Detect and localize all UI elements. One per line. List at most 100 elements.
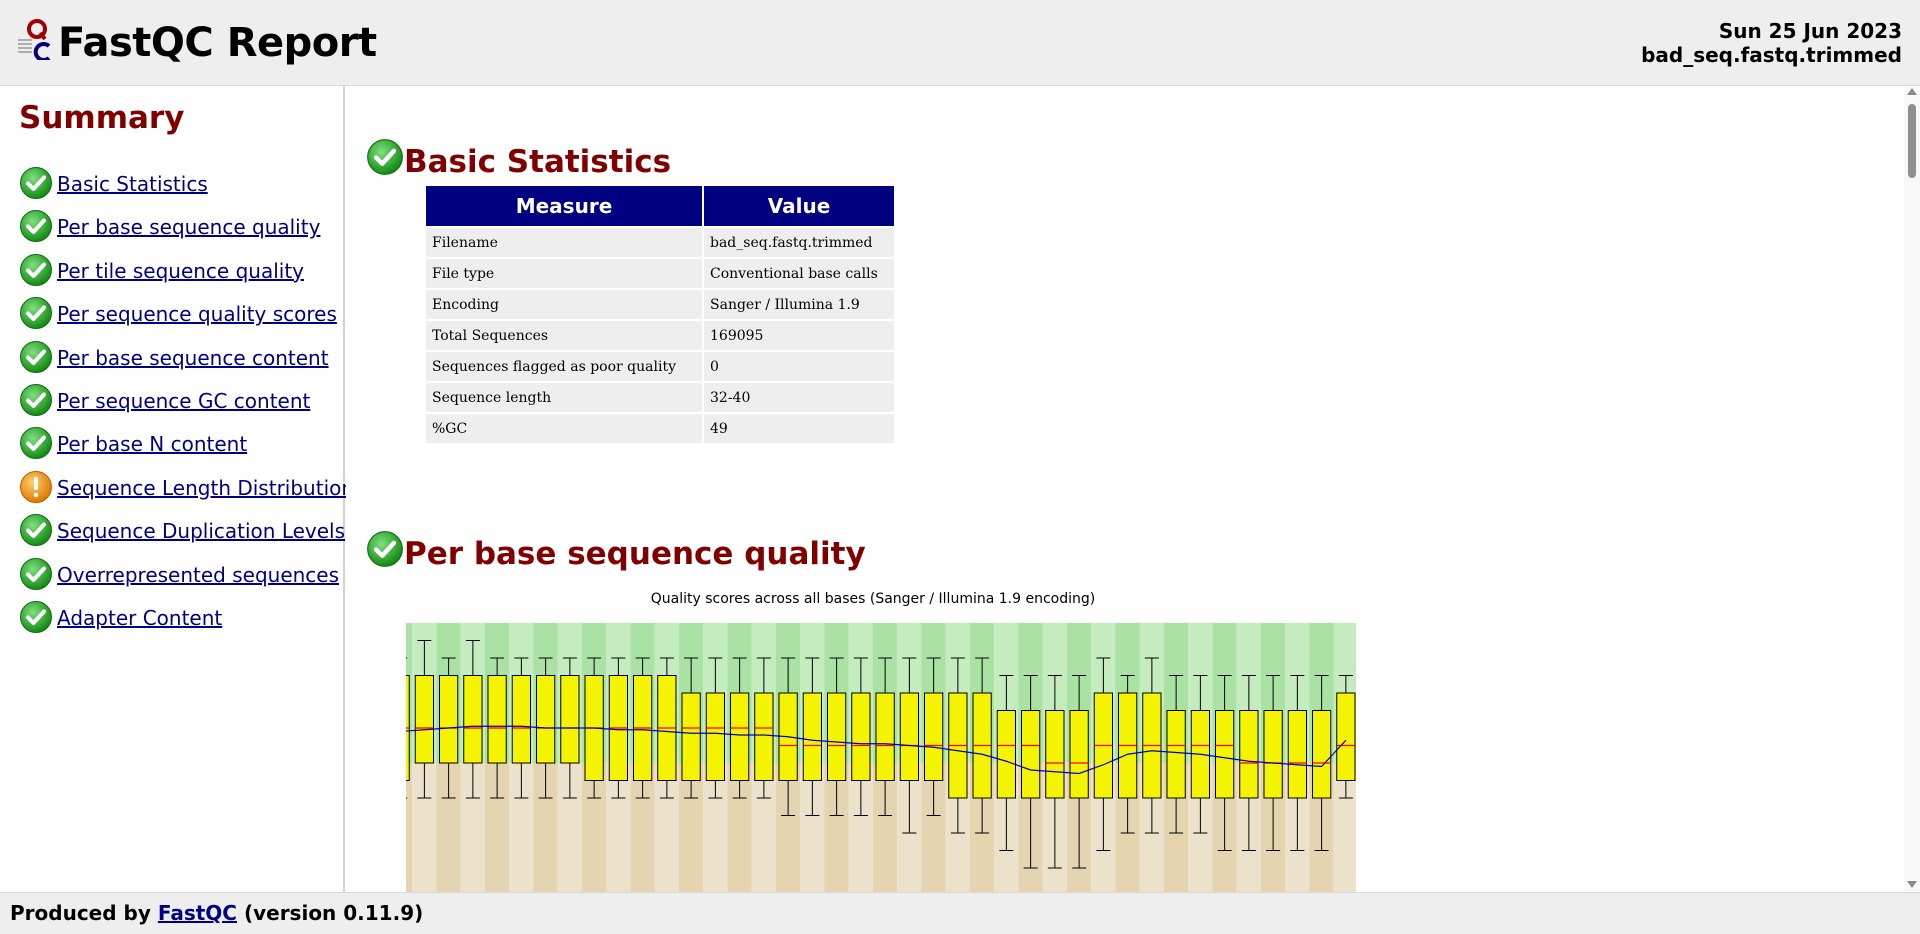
pass-icon: [19, 600, 53, 634]
quality-box: [439, 675, 459, 764]
pass-icon: [366, 530, 404, 568]
table-header-value: Value: [704, 186, 894, 226]
summary-link-per-sequence-gc-content[interactable]: Per sequence GC content: [57, 389, 310, 413]
warning-icon: [19, 470, 53, 504]
summary-item: Sequence Length Distribution: [19, 470, 354, 513]
measure-cell: %GC: [426, 414, 702, 443]
section-title-per-base-sequence-quality: Per base sequence quality: [404, 536, 866, 572]
footer-text: Produced by FastQC (version 0.11.9): [10, 901, 423, 925]
summary-item: Adapter Content: [19, 600, 354, 643]
report-header: FastQC Report Sun 25 Jun 2023 bad_seq.fa…: [0, 0, 1920, 86]
ok-quality-band: [1333, 763, 1356, 892]
per-base-quality-chart: Quality scores across all bases (Sanger …: [406, 591, 1356, 892]
summary-item: Basic Statistics: [19, 166, 354, 209]
table-row: Total Sequences 169095: [426, 321, 894, 350]
fastqc-logo-icon: [18, 19, 51, 60]
measure-cell: Encoding: [426, 290, 702, 319]
vertical-scrollbar[interactable]: [1904, 86, 1920, 892]
scroll-up-arrow-icon[interactable]: [1907, 88, 1917, 95]
section-title-basic-statistics: Basic Statistics: [404, 144, 672, 180]
quality-box: [1287, 710, 1307, 799]
measure-cell: File type: [426, 259, 702, 288]
pass-icon: [19, 513, 53, 547]
table-row: Encoding Sanger / Illumina 1.9: [426, 290, 894, 319]
summary-link-sequence-duplication-levels[interactable]: Sequence Duplication Levels: [57, 519, 345, 543]
table-header-measure: Measure: [426, 186, 702, 226]
summary-link-per-base-n-content[interactable]: Per base N content: [57, 432, 247, 456]
summary-item: Sequence Duplication Levels: [19, 513, 354, 556]
quality-box: [463, 675, 483, 764]
summary-item: Per base sequence quality: [19, 209, 354, 252]
quality-box: [414, 675, 434, 764]
quality-box: [681, 692, 701, 781]
quality-box: [1021, 710, 1041, 799]
table-row: %GC 49: [426, 414, 894, 443]
summary-link-per-sequence-quality-scores[interactable]: Per sequence quality scores: [57, 302, 337, 326]
quality-box: [1215, 710, 1235, 799]
measure-cell: Sequence length: [426, 383, 702, 412]
measure-cell: Total Sequences: [426, 321, 702, 350]
report-footer: Produced by FastQC (version 0.11.9): [0, 892, 1920, 934]
quality-box: [730, 692, 750, 781]
chart-title: Quality scores across all bases (Sanger …: [651, 591, 1095, 607]
quality-box: [705, 692, 725, 781]
summary-link-overrepresented-sequences[interactable]: Overrepresented sequences: [57, 563, 339, 587]
scrollbar-thumb[interactable]: [1908, 104, 1916, 178]
quality-box: [511, 675, 531, 764]
value-cell: 169095: [704, 321, 894, 350]
quality-box: [802, 692, 822, 781]
table-row: File type Conventional base calls: [426, 259, 894, 288]
quality-box: [1239, 710, 1259, 799]
value-cell: Conventional base calls: [704, 259, 894, 288]
quality-box: [827, 692, 847, 781]
pass-icon: [19, 166, 53, 200]
pass-icon: [19, 557, 53, 591]
summary-item: Per base N content: [19, 426, 354, 469]
summary-link-per-base-sequence-quality[interactable]: Per base sequence quality: [57, 215, 320, 239]
summary-link-sequence-length-distribution[interactable]: Sequence Length Distribution: [57, 476, 354, 500]
summary-link-per-tile-sequence-quality[interactable]: Per tile sequence quality: [57, 259, 304, 283]
ok-quality-band: [406, 763, 413, 892]
measure-cell: Sequences flagged as poor quality: [426, 352, 702, 381]
report-filename: bad_seq.fastq.trimmed: [1641, 43, 1902, 67]
footer-prefix: Produced by: [10, 901, 158, 925]
table-row: Filename bad_seq.fastq.trimmed: [426, 228, 894, 257]
footer-version: (version 0.11.9): [236, 901, 424, 925]
value-cell: bad_seq.fastq.trimmed: [704, 228, 894, 257]
quality-box: [996, 710, 1016, 799]
pass-icon: [366, 138, 404, 176]
quality-box: [851, 692, 871, 781]
summary-item: Per base sequence content: [19, 340, 354, 383]
fastqc-link[interactable]: FastQC: [158, 901, 237, 925]
report-date: Sun 25 Jun 2023: [1718, 19, 1902, 43]
summary-link-per-base-sequence-content[interactable]: Per base sequence content: [57, 346, 329, 370]
quality-box: [1166, 710, 1186, 799]
quality-box: [487, 675, 507, 764]
quality-box: [1069, 710, 1089, 799]
pass-icon: [19, 253, 53, 287]
scroll-down-arrow-icon[interactable]: [1907, 881, 1917, 888]
pass-icon: [19, 426, 53, 460]
summary-title: Summary: [19, 100, 185, 136]
quality-box: [1336, 692, 1356, 781]
quality-box: [924, 692, 944, 781]
quality-box: [754, 692, 774, 781]
quality-box: [899, 692, 919, 781]
pass-icon: [19, 340, 53, 374]
table-row: Sequence length 32-40: [426, 383, 894, 412]
table-row: Sequences flagged as poor quality 0: [426, 352, 894, 381]
report-title: FastQC Report: [58, 20, 377, 66]
summary-sidebar: Summary Basic Statistics Per base sequen…: [0, 86, 354, 892]
value-cell: 49: [704, 414, 894, 443]
value-cell: 32-40: [704, 383, 894, 412]
summary-list: Basic Statistics Per base sequence quali…: [19, 166, 354, 643]
pass-icon: [19, 383, 53, 417]
summary-link-basic-statistics[interactable]: Basic Statistics: [57, 172, 208, 196]
value-cell: Sanger / Illumina 1.9: [704, 290, 894, 319]
summary-link-adapter-content[interactable]: Adapter Content: [57, 606, 222, 630]
quality-box: [1312, 710, 1332, 799]
summary-item: Per tile sequence quality: [19, 253, 354, 296]
basic-statistics-table: Measure Value Filename bad_seq.fastq.trim…: [424, 184, 896, 445]
summary-item: Overrepresented sequences: [19, 557, 354, 600]
summary-item: Per sequence quality scores: [19, 296, 354, 339]
